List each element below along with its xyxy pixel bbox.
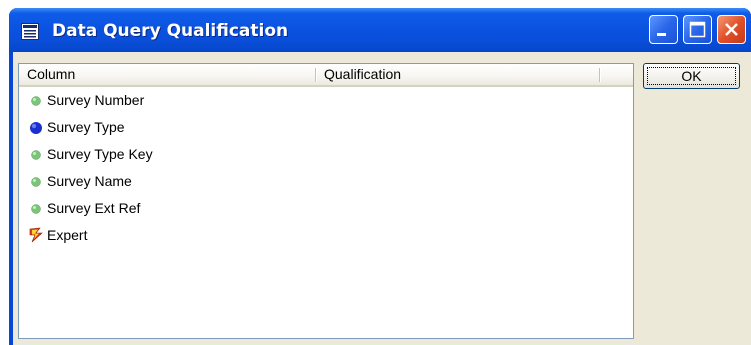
title-bar[interactable]: Data Query Qualification xyxy=(9,8,751,52)
list-item-label: Survey Name xyxy=(47,173,132,189)
list-item-label: Survey Ext Ref xyxy=(47,200,141,216)
window-title: Data Query Qualification xyxy=(52,21,289,41)
close-icon xyxy=(725,23,738,36)
list-header: Column Qualification xyxy=(19,64,633,87)
minimize-button[interactable] xyxy=(649,15,678,44)
column-list[interactable]: Column Qualification Survey Number Surve… xyxy=(18,63,634,339)
green-dot-icon xyxy=(31,96,41,106)
dialog-window: Data Query Qualification Column Qualific… xyxy=(9,8,751,345)
green-dot-icon xyxy=(31,204,41,214)
list-item[interactable]: Survey Ext Ref xyxy=(19,197,633,223)
column-divider[interactable] xyxy=(599,68,601,82)
green-dot-icon xyxy=(31,177,41,187)
ok-button[interactable]: OK xyxy=(643,63,740,89)
ok-button-label: OK xyxy=(681,68,702,84)
list-item[interactable]: Expert xyxy=(19,224,633,250)
list-item[interactable]: Survey Name xyxy=(19,170,633,196)
close-button[interactable] xyxy=(717,15,746,44)
list-item-label: Survey Type xyxy=(47,119,125,135)
green-dot-icon xyxy=(31,150,41,160)
list-item[interactable]: Survey Number xyxy=(19,89,633,115)
list-item-label: Survey Type Key xyxy=(47,146,153,162)
list-item-label: Expert xyxy=(47,227,88,243)
dialog-client-area: Column Qualification Survey Number Surve… xyxy=(13,52,751,345)
expert-lightning-icon xyxy=(29,227,43,243)
list-item-label: Survey Number xyxy=(47,92,145,108)
blue-dot-icon xyxy=(30,122,42,134)
column-header-column[interactable]: Column xyxy=(19,64,315,85)
maximize-icon xyxy=(689,21,706,38)
form-icon xyxy=(21,23,39,40)
list-item[interactable]: Survey Type Key xyxy=(19,143,633,169)
column-header-qualification[interactable]: Qualification xyxy=(316,64,605,85)
minimize-icon xyxy=(657,33,666,36)
list-item[interactable]: Survey Type xyxy=(19,116,633,142)
maximize-button[interactable] xyxy=(683,15,712,44)
